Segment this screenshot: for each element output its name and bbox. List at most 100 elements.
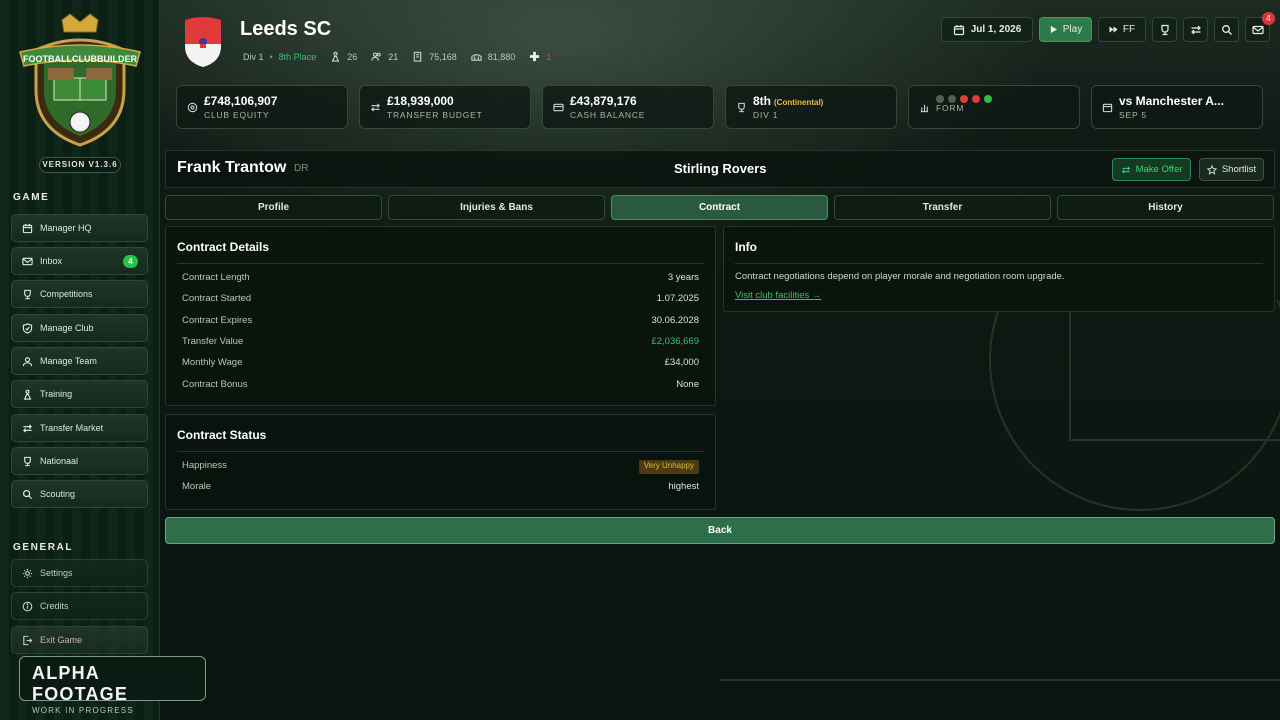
happiness-badge: Very Unhappy xyxy=(638,460,699,474)
panel-title: Info xyxy=(735,240,757,254)
play-button[interactable]: Play xyxy=(1039,17,1092,42)
row-value: £2,036,669 xyxy=(651,336,699,347)
contract-status-panel: Contract Status Happiness Very Unhappy Mo… xyxy=(165,414,716,510)
division-info: Div 1 • 8th Place xyxy=(243,52,316,62)
sidebar-item-scouting[interactable]: Scouting xyxy=(11,480,148,508)
card-value: £43,879,176 xyxy=(570,94,637,108)
sidebar-item-label: Exit Game xyxy=(40,635,83,645)
tab-injuries-bans[interactable]: Injuries & Bans xyxy=(388,195,605,220)
sidebar-item-label: Settings xyxy=(40,568,73,578)
trophy-icon xyxy=(24,456,31,466)
players-count: 26 xyxy=(330,51,357,62)
card-label: TRANSFER BUDGET xyxy=(387,110,483,120)
sidebar-item-label: Scouting xyxy=(40,489,76,499)
transfer-budget-card: £18,939,000 TRANSFER BUDGET xyxy=(359,85,531,129)
shortlist-button[interactable]: Shortlist xyxy=(1199,158,1264,181)
sidebar-item-manage-club[interactable]: Manage Club xyxy=(11,314,148,342)
club-equity-card: £748,106,907 CLUB EQUITY xyxy=(176,85,348,129)
row-label: Contract Length xyxy=(182,272,250,283)
sidebar-item-nationaal[interactable]: Nationaal xyxy=(11,447,148,475)
search-icon xyxy=(1221,24,1232,35)
card-label: DIV 1 xyxy=(753,110,779,120)
make-offer-button[interactable]: Make Offer xyxy=(1112,158,1191,181)
sidebar-item-exit-game[interactable]: Exit Game xyxy=(11,626,148,654)
mail-button[interactable]: 4 xyxy=(1245,12,1275,42)
current-date: Jul 1, 2026 xyxy=(970,24,1022,35)
divider xyxy=(177,263,704,264)
tab-contract[interactable]: Contract xyxy=(611,195,828,220)
row-label: Happiness xyxy=(182,460,227,471)
tab-transfer[interactable]: Transfer xyxy=(834,195,1051,220)
sidebar-item-label: Manager HQ xyxy=(40,223,92,233)
sidebar-item-credits[interactable]: Credits xyxy=(11,592,148,620)
sidebar-item-manage-team[interactable]: Manage Team xyxy=(11,347,148,375)
fans-value: 81,880 xyxy=(487,51,516,62)
row-value: 30.06.2028 xyxy=(651,315,699,326)
date-button[interactable]: Jul 1, 2026 xyxy=(941,17,1033,42)
info-panel: Info Contract negotiations depend on pla… xyxy=(723,226,1275,312)
training-icon xyxy=(23,389,32,400)
detail-row: Contract Expires 30.06.2028 xyxy=(182,315,699,329)
players-value: 26 xyxy=(347,51,358,62)
pitch-lines-background xyxy=(720,300,1280,681)
transfer-icon xyxy=(23,423,32,433)
form-dot xyxy=(984,95,992,103)
row-value: £34,000 xyxy=(664,357,699,368)
calendar-icon xyxy=(22,223,33,233)
fast-forward-button[interactable]: FF xyxy=(1098,17,1146,42)
team-icon xyxy=(332,51,340,62)
separator-dot: • xyxy=(269,51,273,62)
sidebar-item-inbox[interactable]: Inbox 4 xyxy=(11,247,148,275)
calendar-icon xyxy=(953,24,964,35)
svg-text:FOOTBALLCLUBBUILDER: FOOTBALLCLUBBUILDER xyxy=(23,54,137,64)
visit-club-facilities-link[interactable]: Visit club facilities → xyxy=(735,290,821,301)
tab-history[interactable]: History xyxy=(1057,195,1274,220)
row-label: Contract Started xyxy=(182,293,252,304)
row-label: Contract Expires xyxy=(182,315,253,326)
detail-row: Transfer Value £2,036,669 xyxy=(182,336,699,350)
mail-icon xyxy=(1251,25,1264,34)
form-dot xyxy=(972,95,980,103)
sidebar-item-settings[interactable]: Settings xyxy=(11,559,148,587)
position-qualifier: (Continental) xyxy=(774,98,824,107)
card-value: 8th (Continental) xyxy=(753,94,823,108)
sidebar-item-manager-hq[interactable]: Manager HQ xyxy=(11,214,148,242)
fans-count: 81,880 xyxy=(471,51,516,62)
alpha-subtitle: WORK IN PROGRESS xyxy=(32,706,134,715)
card-label: FORM xyxy=(936,103,965,113)
form-dot xyxy=(936,95,944,103)
transfers-shortcut-button[interactable] xyxy=(1183,17,1208,42)
club-crest xyxy=(185,17,221,67)
coin-icon xyxy=(187,102,198,113)
card-value: £748,106,907 xyxy=(204,94,278,108)
sidebar-item-training[interactable]: Training xyxy=(11,380,148,408)
player-name: Frank Trantow xyxy=(177,159,287,176)
sidebar-item-label: Inbox xyxy=(40,256,63,266)
ff-label: FF xyxy=(1122,24,1136,35)
competitions-shortcut-button[interactable] xyxy=(1152,17,1177,42)
sidebar-item-label: Manage Team xyxy=(40,356,97,366)
sidebar-item-label: Nationaal xyxy=(40,456,79,466)
card-value: vs Manchester A... xyxy=(1119,94,1224,108)
next-match-card[interactable]: vs Manchester A... SEP 5 xyxy=(1091,85,1263,129)
medical-count: 1 xyxy=(529,51,551,62)
form-card: FORM xyxy=(908,85,1080,129)
sidebar-item-competitions[interactable]: Competitions xyxy=(11,280,148,308)
detail-row: Monthly Wage £34,000 xyxy=(182,357,699,371)
search-button[interactable] xyxy=(1214,17,1239,42)
contract-details-panel: Contract Details Contract Length 3 years … xyxy=(165,226,716,406)
team-icon xyxy=(22,356,33,366)
form-dot xyxy=(960,95,968,103)
sidebar-item-label: Competitions xyxy=(40,289,93,299)
game-section-title: GAME xyxy=(13,192,50,203)
card-label: CASH BALANCE xyxy=(570,110,646,120)
shield-icon xyxy=(22,322,33,334)
mail-count-badge: 4 xyxy=(1262,12,1275,25)
position-value: 8th xyxy=(753,94,771,108)
tab-profile[interactable]: Profile xyxy=(165,195,382,220)
info-icon xyxy=(22,601,33,611)
back-button[interactable]: Back xyxy=(165,517,1275,544)
sidebar-item-transfer-market[interactable]: Transfer Market xyxy=(11,414,148,442)
exit-icon xyxy=(23,635,33,645)
stadium-capacity: 75,168 xyxy=(412,51,457,62)
